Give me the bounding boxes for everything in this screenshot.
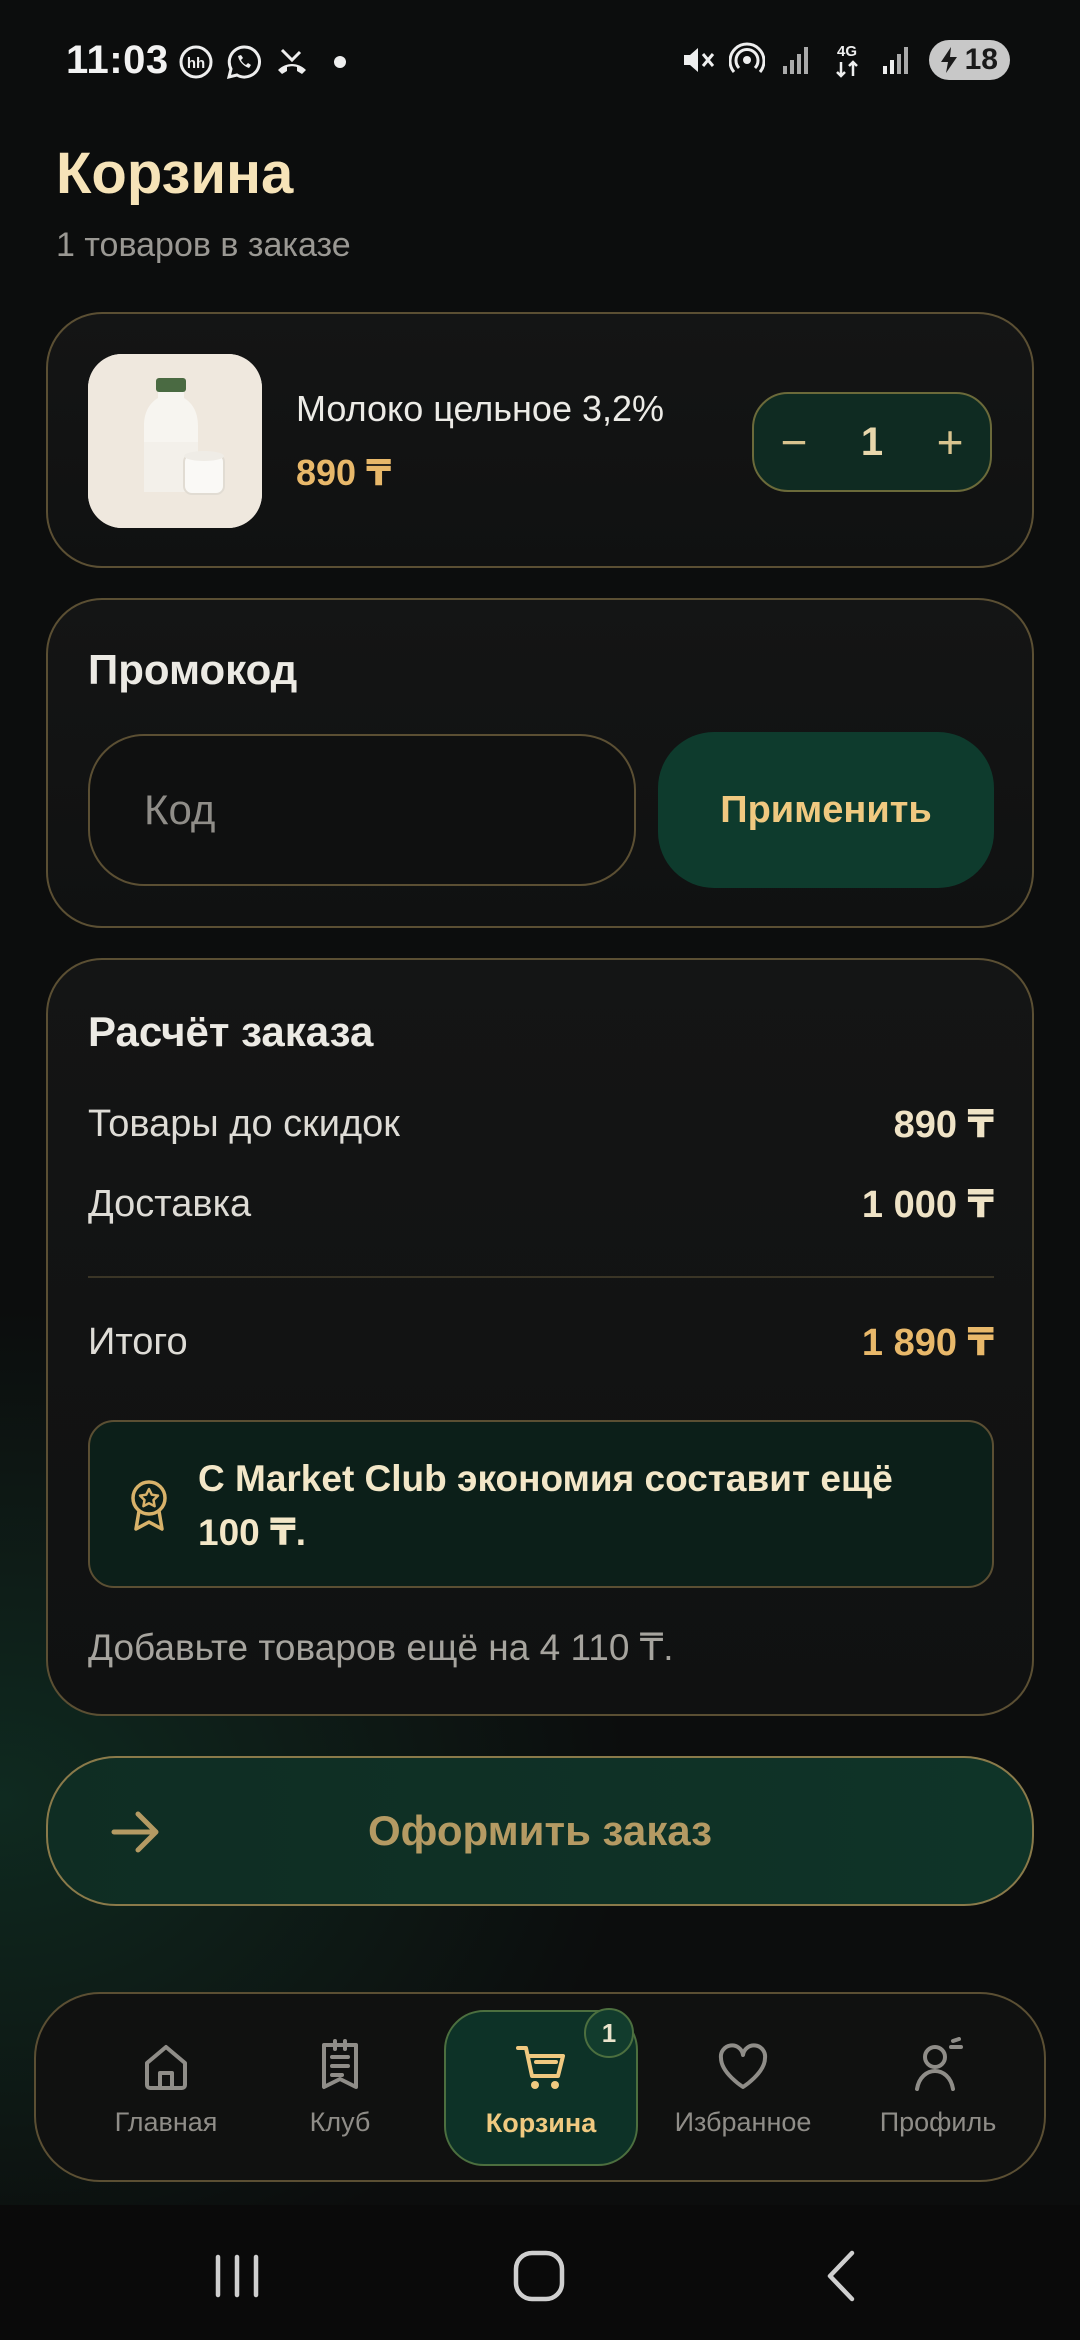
status-bar: 11:03 hh 4G 18: [0, 0, 1080, 130]
signal-icon: [779, 42, 815, 78]
product-name[interactable]: Молоко цельное 3,2%: [296, 388, 664, 430]
nav-label-cart: Корзина: [485, 2107, 597, 2138]
heart-icon: [718, 2042, 768, 2089]
total-value: 1 890 ₸: [861, 1322, 994, 1364]
mute-icon: [679, 42, 715, 78]
status-right-icons: 4G 18: [679, 40, 1010, 80]
nav-item-favorites[interactable]: Избранное: [648, 1994, 838, 2180]
nav-label-profile: Профиль: [879, 2106, 997, 2137]
signal-icon-2: [879, 42, 915, 78]
svg-text:4G: 4G: [837, 43, 857, 60]
page-subtitle: 1 товаров в заказе: [56, 226, 351, 264]
order-summary-card: Расчёт заказа Товары до скидок 890 ₸ Дос…: [46, 958, 1034, 1716]
cart-icon: [516, 2045, 565, 2089]
dot-icon: [322, 44, 358, 80]
battery-indicator: 18: [928, 40, 1010, 80]
summary-title: Расчёт заказа: [88, 1008, 374, 1055]
summary-row-delivery: Доставка 1 000 ₸: [88, 1182, 994, 1227]
status-time: 11:03: [66, 38, 169, 82]
home-icon: [145, 2044, 187, 2090]
subtotal-label: Товары до скидок: [88, 1103, 400, 1145]
cart-item-card: Молоко цельное 3,2% 890 ₸ − 1 +: [46, 312, 1034, 568]
cart-count-badge: 1: [584, 2008, 634, 2058]
free-delivery-hint: Добавьте товаров ещё на 4 110 ₸.: [88, 1627, 674, 1668]
delivery-label: Доставка: [88, 1183, 252, 1225]
product-image[interactable]: [88, 354, 262, 528]
svg-text:hh: hh: [187, 55, 205, 72]
4g-icon: 4G: [829, 42, 865, 78]
promo-card: Промокод Применить: [46, 598, 1034, 928]
hotspot-icon: [728, 42, 765, 78]
apply-promo-button[interactable]: Применить: [658, 732, 994, 888]
status-left-icons: hh: [178, 44, 358, 80]
total-label: Итого: [88, 1321, 188, 1363]
summary-row-subtotal: Товары до скидок 890 ₸: [88, 1102, 994, 1147]
nav-label-home: Главная: [114, 2106, 218, 2137]
nav-item-club[interactable]: Клуб: [256, 1994, 424, 2180]
club-icon: [322, 2038, 358, 2089]
nav-label-club: Клуб: [309, 2106, 371, 2137]
home-button-icon[interactable]: [504, 2241, 574, 2311]
milk-bottle-image: [88, 354, 262, 528]
market-club-banner[interactable]: С Market Club экономия составит ещё 100 …: [88, 1420, 994, 1588]
nav-item-home[interactable]: Главная: [76, 1994, 256, 2180]
subtotal-value: 890 ₸: [893, 1104, 994, 1146]
hh-icon: hh: [178, 44, 214, 80]
recent-apps-icon[interactable]: [202, 2241, 272, 2311]
back-icon[interactable]: [808, 2241, 878, 2311]
missed-call-icon: [274, 44, 310, 80]
promo-code-input[interactable]: [88, 734, 636, 886]
whatsapp-icon: [226, 44, 262, 80]
summary-row-total: Итого 1 890 ₸: [88, 1320, 994, 1365]
bottom-navigation: Главная Клуб Корзина 1 Избранное Профиль: [34, 1992, 1046, 2182]
system-navigation-bar: [0, 2205, 1080, 2340]
checkout-button[interactable]: Оформить заказ: [46, 1756, 1034, 1906]
decrease-quantity-button[interactable]: −: [754, 394, 834, 490]
award-badge-icon: [131, 1480, 167, 1531]
product-price: 890 ₸: [296, 452, 392, 493]
battery-level: 18: [964, 43, 998, 76]
nav-label-favorites: Избранное: [674, 2106, 812, 2137]
cart-screen: 11:03 hh 4G 18 Корзина 1 товаров в заказ…: [0, 0, 1080, 2340]
quantity-value: 1: [860, 419, 884, 464]
delivery-value: 1 000 ₸: [861, 1184, 994, 1226]
nav-item-profile[interactable]: Профиль: [848, 1994, 1028, 2180]
page-title: Корзина: [56, 141, 294, 206]
charging-bolt-icon: [940, 47, 957, 73]
quantity-stepper: − 1 +: [752, 392, 992, 492]
increase-quantity-button[interactable]: +: [910, 394, 990, 490]
summary-divider: [88, 1276, 994, 1278]
promo-title: Промокод: [88, 646, 298, 693]
profile-icon: [915, 2036, 963, 2091]
checkout-label: Оформить заказ: [367, 1807, 713, 1854]
nav-item-cart[interactable]: Корзина 1: [444, 2008, 638, 2166]
market-club-text: С Market Club экономия составит ещё 100 …: [198, 1458, 893, 1553]
